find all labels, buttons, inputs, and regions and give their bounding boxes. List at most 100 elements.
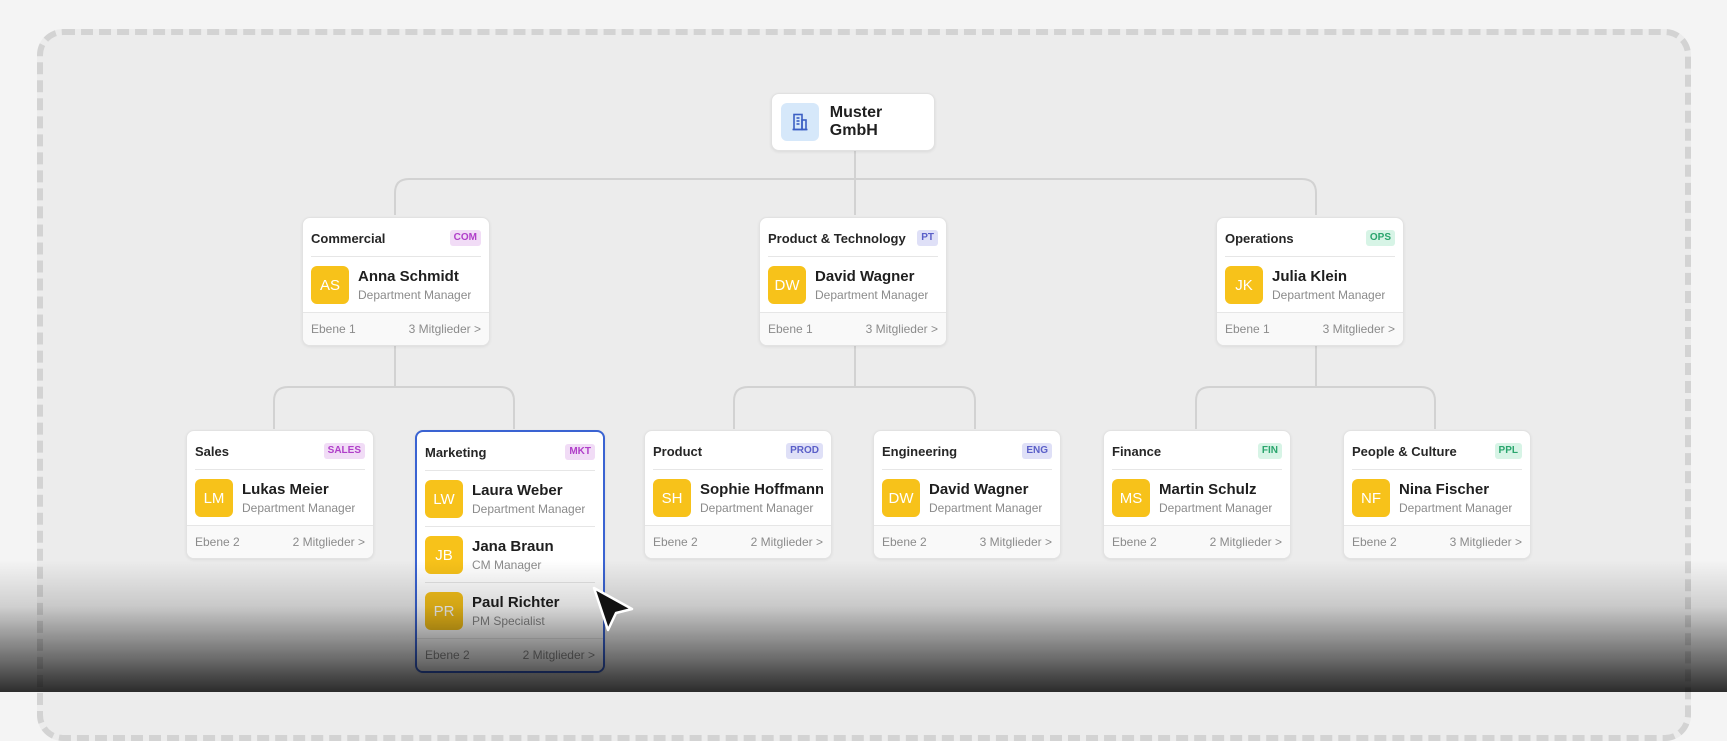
member-count-link[interactable]: 2 Mitglieder > <box>293 535 365 549</box>
avatar: JB <box>425 536 463 574</box>
level-label: Ebene 1 <box>1225 322 1270 336</box>
department-tag: ENG <box>1022 443 1052 459</box>
card-footer: Ebene 1 3 Mitglieder > <box>303 312 489 345</box>
member-name: Sophie Hoffmann <box>700 481 823 498</box>
member-role: CM Manager <box>472 558 542 572</box>
member-row[interactable]: DW David Wagner Department Manager <box>760 257 946 304</box>
avatar: DW <box>882 479 920 517</box>
member-row[interactable]: MS Martin Schulz Department Manager <box>1104 470 1290 517</box>
avatar: NF <box>1352 479 1390 517</box>
department-tag: PROD <box>786 443 823 459</box>
card-header: Sales SALES <box>187 431 373 461</box>
member-role: Department Manager <box>1159 501 1273 515</box>
avatar: PR <box>425 592 463 630</box>
member-row[interactable]: AS Anna Schmidt Department Manager <box>303 257 489 304</box>
avatar: LM <box>195 479 233 517</box>
member-row[interactable]: JB Jana Braun CM Manager <box>417 527 603 574</box>
member-count-link[interactable]: 3 Mitglieder > <box>980 535 1052 549</box>
root-company-node[interactable]: Muster GmbH <box>771 93 935 151</box>
level-label: Ebene 1 <box>768 322 813 336</box>
member-role: Department Manager <box>815 288 929 302</box>
department-card-product[interactable]: Product PROD SH Sophie Hoffmann Department M… <box>644 430 832 559</box>
member-row[interactable]: LW Laura Weber Department Manager <box>417 471 603 518</box>
department-card-operations[interactable]: Operations OPS JK Julia Klein Department Man… <box>1216 217 1404 346</box>
card-header: Operations OPS <box>1217 218 1403 248</box>
member-row[interactable]: NF Nina Fischer Department Manager <box>1344 470 1530 517</box>
member-role: Department Manager <box>1272 288 1386 302</box>
card-header: Finance FIN <box>1104 431 1290 461</box>
building-icon <box>781 103 819 141</box>
level-label: Ebene 2 <box>1112 535 1157 549</box>
member-name: Julia Klein <box>1272 268 1348 285</box>
level-label: Ebene 2 <box>1352 535 1397 549</box>
member-name: David Wagner <box>815 268 915 285</box>
member-name: Martin Schulz <box>1159 481 1257 498</box>
department-name: Engineering <box>882 443 958 459</box>
department-name: People & Culture <box>1352 443 1457 459</box>
department-card-marketing[interactable]: Marketing MKT LW Laura Weber Department Mana… <box>415 430 605 673</box>
member-role: Department Manager <box>358 288 472 302</box>
avatar: AS <box>311 266 349 304</box>
department-name: Product & Technology <box>768 230 906 246</box>
avatar: MS <box>1112 479 1150 517</box>
member-row[interactable]: LM Lukas Meier Department Manager <box>187 470 373 517</box>
department-tag: COM <box>449 230 481 246</box>
card-footer: Ebene 2 2 Mitglieder > <box>417 638 603 671</box>
member-name: Anna Schmidt <box>358 268 459 285</box>
department-tag: OPS <box>1365 230 1395 246</box>
member-role: PM Specialist <box>472 614 545 628</box>
department-name: Sales <box>195 443 229 459</box>
card-footer: Ebene 2 3 Mitglieder > <box>874 525 1060 558</box>
department-card-sales[interactable]: Sales SALES LM Lukas Meier Department Manage… <box>186 430 374 559</box>
member-name: Nina Fischer <box>1399 481 1490 498</box>
member-count-link[interactable]: 3 Mitglieder > <box>409 322 481 336</box>
card-header: Engineering ENG <box>874 431 1060 461</box>
card-header: Marketing MKT <box>417 432 603 462</box>
card-footer: Ebene 1 3 Mitglieder > <box>1217 312 1403 345</box>
member-count-link[interactable]: 2 Mitglieder > <box>1210 535 1282 549</box>
member-row[interactable]: PR Paul Richter PM Specialist <box>417 583 603 630</box>
member-count-link[interactable]: 3 Mitglieder > <box>866 322 938 336</box>
company-name: Muster GmbH <box>829 104 883 139</box>
member-name: Jana Braun <box>472 538 554 555</box>
level-label: Ebene 2 <box>653 535 698 549</box>
member-count-link[interactable]: 3 Mitglieder > <box>1450 535 1522 549</box>
avatar: JK <box>1225 266 1263 304</box>
member-count-link[interactable]: 2 Mitglieder > <box>751 535 823 549</box>
department-tag: PPL <box>1494 443 1522 459</box>
avatar: SH <box>653 479 691 517</box>
member-row[interactable]: SH Sophie Hoffmann Department Manager <box>645 470 831 517</box>
card-footer: Ebene 2 2 Mitglieder > <box>1104 525 1290 558</box>
level-label: Ebene 2 <box>882 535 927 549</box>
card-header: People & Culture PPL <box>1344 431 1530 461</box>
department-card-commercial[interactable]: Commercial COM AS Anna Schmidt Department Ma… <box>302 217 490 346</box>
card-footer: Ebene 1 3 Mitglieder > <box>760 312 946 345</box>
member-count-link[interactable]: 3 Mitglieder > <box>1323 322 1395 336</box>
member-role: Department Manager <box>700 501 814 515</box>
department-name: Commercial <box>311 230 386 246</box>
card-header: Commercial COM <box>303 218 489 248</box>
member-row[interactable]: DW David Wagner Department Manager <box>874 470 1060 517</box>
card-footer: Ebene 2 3 Mitglieder > <box>1344 525 1530 558</box>
department-tag: PT <box>917 230 938 246</box>
member-count-link[interactable]: 2 Mitglieder > <box>523 648 595 662</box>
member-role: Department Manager <box>1399 501 1513 515</box>
department-card-finance[interactable]: Finance FIN MS Martin Schulz Department Mana… <box>1103 430 1291 559</box>
member-name: Paul Richter <box>472 594 560 611</box>
department-card-people-culture[interactable]: People & Culture PPL NF Nina Fischer Departm… <box>1343 430 1531 559</box>
avatar: DW <box>768 266 806 304</box>
level-label: Ebene 1 <box>311 322 356 336</box>
member-name: Laura Weber <box>472 482 563 499</box>
department-tag: SALES <box>323 443 365 459</box>
department-card-engineering[interactable]: Engineering ENG DW David Wagner Department M… <box>873 430 1061 559</box>
department-card-product-technology[interactable]: Product & Technology PT DW David Wagner Depa… <box>759 217 947 346</box>
member-role: Department Manager <box>929 501 1043 515</box>
member-role: Department Manager <box>472 502 586 516</box>
member-role: Department Manager <box>242 501 356 515</box>
avatar: LW <box>425 480 463 518</box>
department-tag: MKT <box>565 444 595 460</box>
department-name: Marketing <box>425 444 487 460</box>
department-name: Product <box>653 443 703 459</box>
member-row[interactable]: JK Julia Klein Department Manager <box>1217 257 1403 304</box>
member-name: Lukas Meier <box>242 481 329 498</box>
